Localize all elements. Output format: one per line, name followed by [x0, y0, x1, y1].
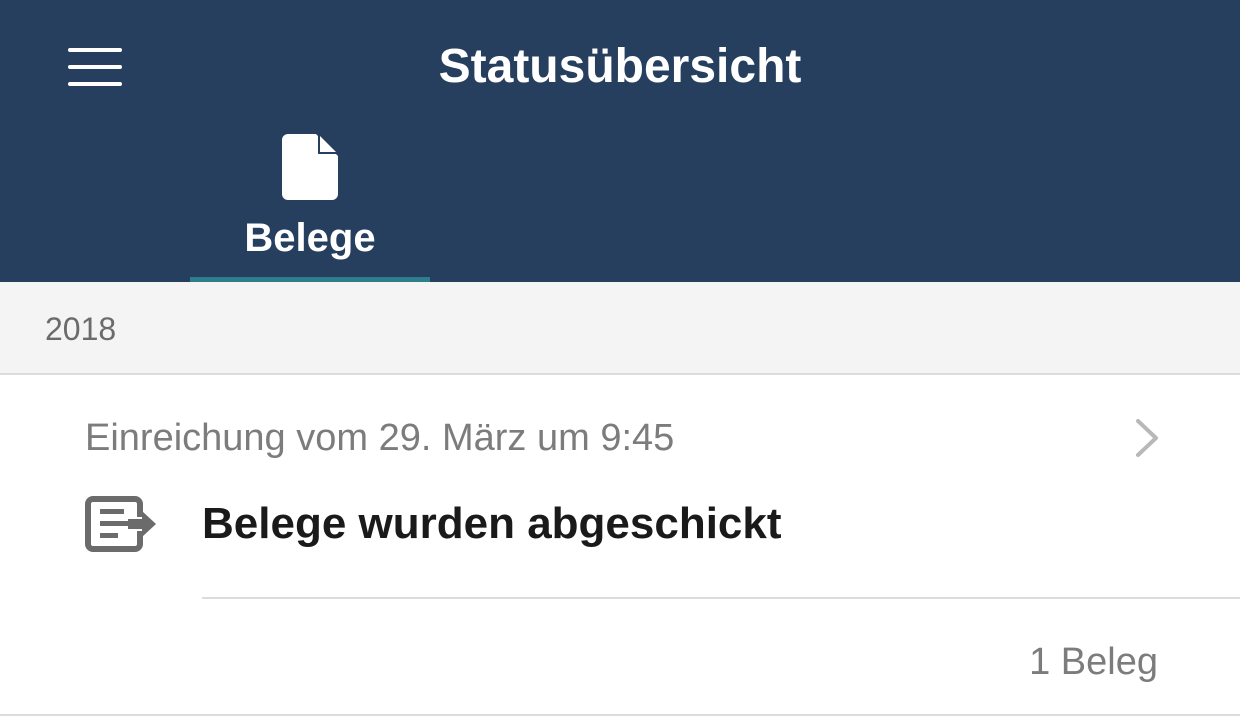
divider	[202, 597, 1240, 599]
submission-list-item[interactable]: Einreichung vom 29. März um 9:45 Belege …	[0, 375, 1240, 715]
document-icon	[282, 134, 338, 200]
page-title: Statusübersicht	[438, 40, 802, 93]
submission-date: Einreichung vom 29. März um 9:45	[85, 417, 675, 459]
app-window: Statusübersicht Belege 2018 Einreichung …	[0, 0, 1240, 720]
receipt-count: 1 Beleg	[1029, 641, 1158, 683]
tab-belege[interactable]: Belege	[190, 118, 430, 282]
app-header: Statusübersicht Belege	[0, 0, 1240, 282]
submission-status: Belege wurden abgeschickt	[202, 499, 782, 548]
tab-label: Belege	[244, 216, 376, 260]
divider	[0, 714, 1240, 716]
section-header: 2018	[0, 282, 1240, 375]
document-send-icon	[85, 496, 156, 552]
chevron-right-icon	[1136, 419, 1158, 457]
section-year: 2018	[45, 311, 117, 347]
